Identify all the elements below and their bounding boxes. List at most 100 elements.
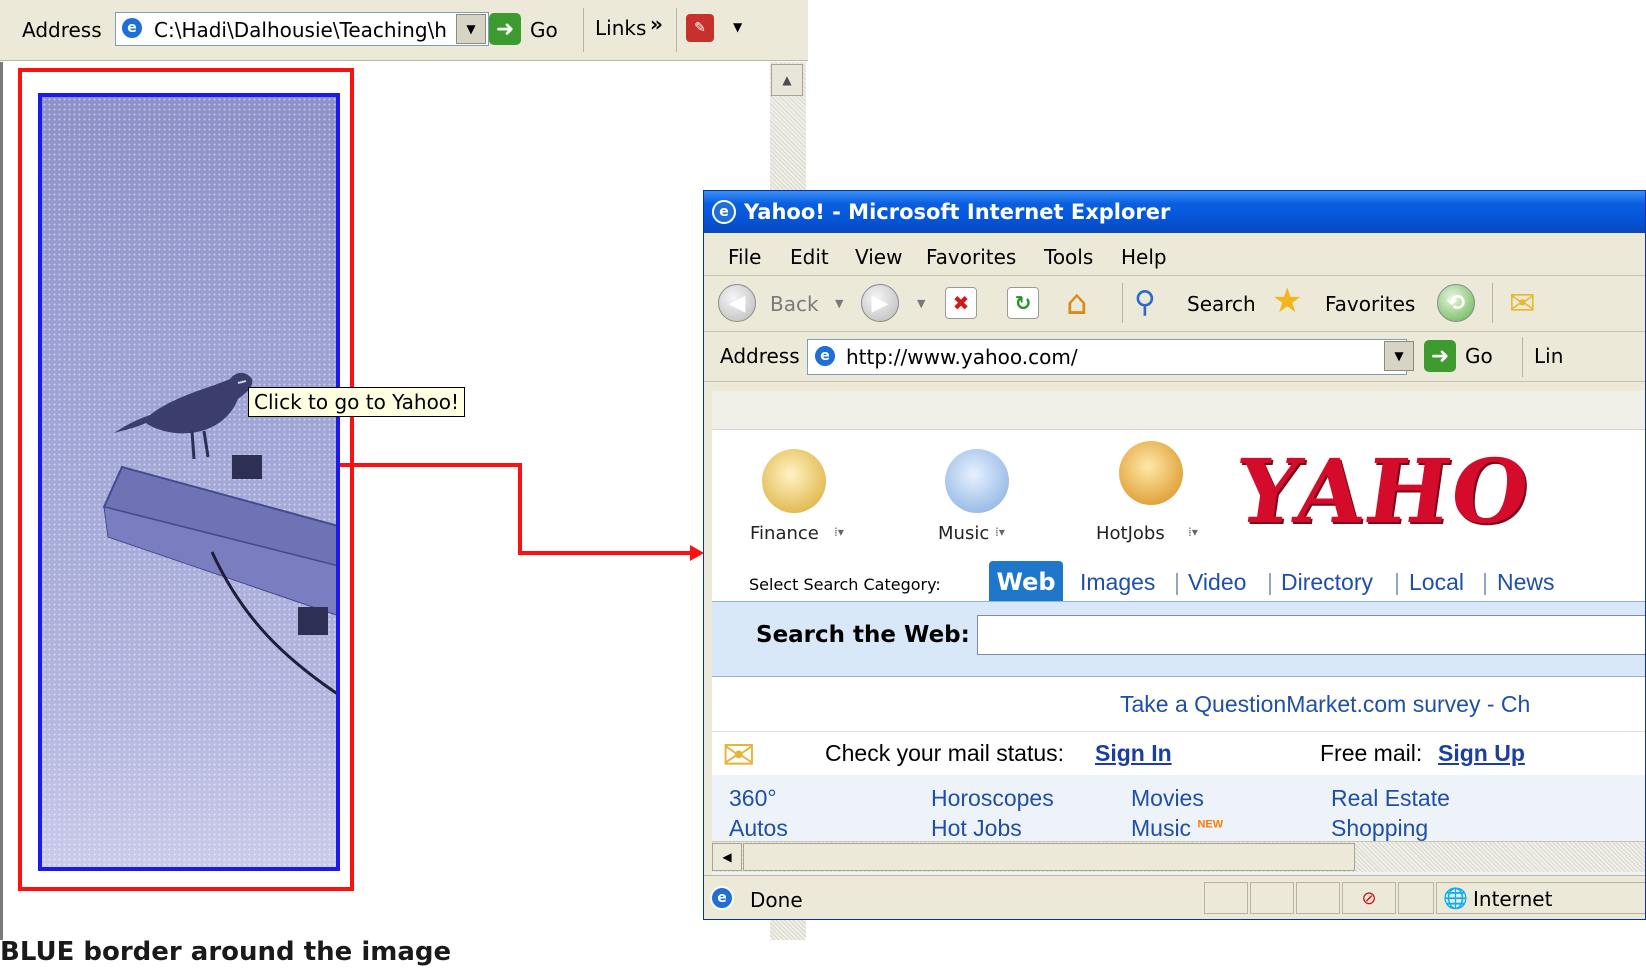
address-combobox[interactable]: e http://www.yahoo.com/ (807, 339, 1407, 375)
toolbar-separator (583, 8, 584, 52)
chevron-down-icon[interactable]: ▼ (733, 20, 742, 34)
survey-link[interactable]: Take a QuestionMarket.com survey - Ch (1120, 691, 1530, 718)
chevron-down-icon[interactable]: ⁞▾ (1188, 525, 1198, 539)
address-label: Address (720, 344, 800, 368)
status-panel (1204, 882, 1248, 914)
acrobat-icon[interactable]: ✎ (686, 14, 714, 42)
menu-favorites[interactable]: Favorites (926, 245, 1016, 269)
search-icon[interactable]: ⚲ (1134, 283, 1156, 323)
toolbar-separator (1522, 337, 1523, 377)
zone-label: Internet (1473, 887, 1553, 911)
free-mail-label: Free mail: (1320, 740, 1423, 766)
tab-directory[interactable]: Directory (1281, 569, 1373, 596)
scroll-up-button[interactable]: ▲ (771, 64, 803, 96)
finance-link[interactable]: Finance (750, 523, 819, 544)
page-top-strip (712, 391, 1645, 430)
directory-link[interactable]: Movies (1131, 785, 1204, 812)
directory-link[interactable]: Hot Jobs (931, 815, 1022, 842)
ie-icon[interactable]: e (712, 200, 736, 224)
links-chevron-icon[interactable]: » (650, 12, 663, 36)
hotjobs-icon[interactable] (1119, 441, 1183, 505)
music-link[interactable]: Music (938, 523, 989, 544)
tab-video[interactable]: Video (1188, 569, 1246, 596)
menu-edit[interactable]: Edit (790, 245, 829, 269)
tab-web[interactable]: Web (989, 561, 1063, 603)
connector-line (518, 551, 693, 555)
search-label: Search the Web: (756, 622, 970, 648)
directory-link[interactable]: 360° (729, 785, 777, 812)
back-button[interactable]: Back (770, 292, 819, 316)
address-combobox[interactable]: e C:\Hadi\Dalhousie\Teaching\hint ▼ (115, 12, 489, 46)
refresh-icon[interactable]: ↻ (1007, 287, 1039, 319)
page-icon: e (710, 886, 734, 910)
address-dropdown-button[interactable]: ▼ (1384, 341, 1414, 371)
music-icon[interactable] (945, 449, 1009, 513)
address-dropdown-button[interactable]: ▼ (456, 14, 486, 44)
tab-news[interactable]: News (1497, 569, 1555, 596)
toolbar-separator (1492, 283, 1493, 323)
tab-divider: | (1174, 569, 1180, 595)
chevron-down-icon[interactable]: ⁞▾ (834, 525, 844, 539)
go-arrow-icon[interactable]: ➜ (489, 13, 521, 45)
directory-link[interactable]: Shopping (1331, 815, 1428, 842)
menu-tools[interactable]: Tools (1044, 245, 1093, 269)
menu-help[interactable]: Help (1121, 245, 1167, 269)
links-button[interactable]: Lin (1534, 344, 1563, 368)
go-button[interactable]: Go (1465, 344, 1493, 368)
menu-view[interactable]: View (855, 245, 902, 269)
search-box-area: Search the Web: (712, 601, 1645, 677)
history-icon[interactable]: ⟲ (1437, 284, 1475, 322)
finance-icon[interactable] (762, 449, 826, 513)
address-toolbar: Address e C:\Hadi\Dalhousie\Teaching\hin… (0, 0, 808, 61)
hotjobs-link[interactable]: HotJobs (1096, 523, 1165, 544)
forward-arrow-icon[interactable]: ▶ (861, 284, 899, 322)
directory-link[interactable]: Autos (729, 815, 788, 842)
connector-line (518, 463, 522, 555)
zone-panel: 🌐 Internet (1436, 882, 1645, 914)
favorites-button[interactable]: Favorites (1325, 292, 1415, 316)
envelope-icon: ✉ (722, 733, 756, 779)
connector-line (340, 463, 522, 467)
search-button[interactable]: Search (1187, 292, 1256, 316)
directory-link[interactable]: Real Estate (1331, 785, 1450, 812)
tab-images[interactable]: Images (1080, 569, 1155, 596)
address-input[interactable]: C:\Hadi\Dalhousie\Teaching\hint (154, 18, 446, 42)
link-tooltip: Click to go to Yahoo! (248, 387, 466, 417)
go-arrow-icon[interactable]: ➜ (1424, 340, 1456, 372)
mail-status-label: Check your mail status: (825, 740, 1065, 766)
go-button[interactable]: Go (530, 18, 558, 42)
tab-local[interactable]: Local (1409, 569, 1464, 596)
sign-up-link[interactable]: Sign Up (1438, 740, 1525, 767)
home-icon[interactable]: ⌂ (1066, 283, 1088, 323)
status-panel (1296, 882, 1340, 914)
page-icon: e (813, 344, 837, 368)
status-panel (1250, 882, 1294, 914)
chevron-down-icon[interactable]: ▼ (835, 297, 843, 310)
new-badge: NEW (1197, 818, 1224, 831)
toolbar-separator (1122, 283, 1123, 323)
scroll-thumb[interactable] (743, 843, 1355, 871)
scroll-left-button[interactable]: ◀ (712, 843, 742, 871)
directory-link[interactable]: Music NEW (1131, 815, 1223, 842)
sign-in-link[interactable]: Sign In (1095, 740, 1172, 767)
favorites-star-icon[interactable]: ★ (1272, 281, 1302, 321)
mail-icon[interactable]: ✉ (1509, 283, 1536, 323)
address-label: Address (22, 18, 102, 42)
stop-icon[interactable]: ✖ (945, 287, 977, 319)
chevron-down-icon[interactable]: ⁞▾ (995, 525, 1005, 539)
left-browser-window: Address e C:\Hadi\Dalhousie\Teaching\hin… (0, 0, 808, 940)
links-button[interactable]: Links (595, 16, 646, 40)
address-input[interactable]: http://www.yahoo.com/ (846, 345, 1078, 369)
yahoo-page: Finance ⁞▾ Music ⁞▾ HotJobs ⁞▾ YAHO Sele… (712, 391, 1645, 881)
back-arrow-icon[interactable]: ◀ (718, 284, 756, 322)
menu-file[interactable]: File (728, 245, 761, 269)
directory-link[interactable]: Horoscopes (931, 785, 1054, 812)
search-input[interactable] (977, 615, 1645, 655)
yahoo-logo[interactable]: YAHO (1230, 439, 1538, 543)
seagull-image-link[interactable] (38, 93, 340, 871)
title-bar[interactable]: e Yahoo! - Microsoft Internet Explorer (704, 191, 1645, 233)
horizontal-scrollbar[interactable]: ◀ (712, 841, 1645, 872)
tab-divider: | (1394, 569, 1400, 595)
chevron-down-icon[interactable]: ▼ (917, 297, 925, 310)
popup-blocked-icon[interactable]: ⊘ (1342, 882, 1396, 914)
